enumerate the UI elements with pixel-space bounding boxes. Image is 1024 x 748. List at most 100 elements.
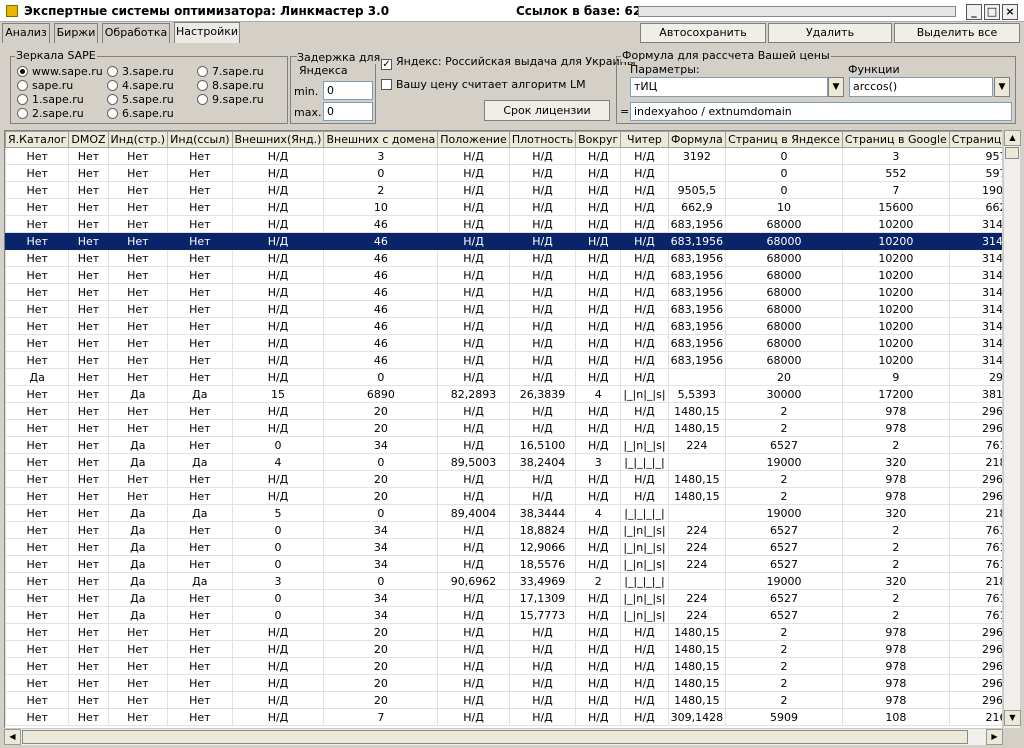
column-header[interactable]: Формула	[667, 131, 727, 148]
table-cell: 3	[575, 453, 622, 471]
table-cell: 0	[323, 453, 439, 471]
table-row[interactable]: Нет Нет Да Нет 0 34 Н/Д 16,5100 Н/Д |_|n|_|s| 224 6…	[5, 436, 1002, 454]
mirror-radio-6[interactable]: 6.sape.ru	[107, 107, 174, 121]
formula-input[interactable]: indexyahoo / extnumdomain	[630, 102, 1012, 121]
table-row[interactable]: Нет Нет Нет Нет Н/Д 20 Н/Д Н/Д Н/Д Н/Д 1480,15 2 978…	[5, 657, 1002, 675]
mirror-radio-www[interactable]: www.sape.ru	[17, 65, 103, 79]
autosave-button[interactable]: Автосохранить	[640, 23, 766, 43]
select-all-button[interactable]: Выделить все	[894, 23, 1020, 43]
table-row[interactable]: Нет Нет Нет Нет Н/Д 46 Н/Д Н/Д Н/Д Н/Д 683,1956 680…	[5, 317, 1002, 335]
column-header[interactable]: Положение	[437, 131, 510, 148]
table-row[interactable]: Нет Нет Нет Нет Н/Д 20 Н/Д Н/Д Н/Д Н/Д 1480,15 2 978…	[5, 640, 1002, 658]
arrow-up-icon[interactable]: ▲	[1004, 130, 1021, 146]
mirror-radio-7[interactable]: 7.sape.ru	[197, 65, 264, 79]
mirror-radio-9[interactable]: 9.sape.ru	[197, 93, 264, 107]
table-row[interactable]: Нет Нет Да Нет 0 34 Н/Д 18,8824 Н/Д |_|n|_|s| 224 6…	[5, 521, 1002, 539]
lm-algo-checkbox[interactable]: Вашу цену считает алгоритм LM	[381, 78, 586, 92]
delay-max-input[interactable]: 0	[323, 102, 373, 121]
table-cell: 20	[323, 674, 439, 692]
table-row[interactable]: Нет Нет Да Нет 0 34 Н/Д 17,1309 Н/Д |_|n|_|s| 224 6…	[5, 589, 1002, 607]
column-header[interactable]: Читер	[620, 131, 669, 148]
table-row[interactable]: Нет Нет Да Да 3 0 90,6962 33,4969 2 |_|_|_|_| 1900…	[5, 572, 1002, 590]
minimize-button[interactable]: _	[966, 4, 982, 20]
column-header[interactable]: Инд(стр.)	[107, 131, 169, 148]
table-cell: Нет	[68, 334, 109, 352]
arrow-down-icon[interactable]: ▼	[1004, 710, 1021, 726]
table-row[interactable]: Нет Нет Да Нет 0 34 Н/Д 15,7773 Н/Д |_|n|_|s| 224 6…	[5, 606, 1002, 624]
tab-analysis[interactable]: Анализ	[2, 23, 50, 43]
scroll-thumb[interactable]	[22, 730, 968, 744]
yandex-ua-checkbox[interactable]: ✓ Яндекс: Российская выдача для Украины	[381, 55, 636, 70]
table-row[interactable]: Нет Нет Нет Нет Н/Д 46 Н/Д Н/Д Н/Д Н/Д 683,1956 680…	[5, 334, 1002, 352]
mirror-radio-1[interactable]: 1.sape.ru	[17, 93, 84, 107]
column-header[interactable]: Плотность	[508, 131, 577, 148]
table-row[interactable]: Нет Нет Нет Нет Н/Д 20 Н/Д Н/Д Н/Д Н/Д 1480,15 2 978…	[5, 487, 1002, 505]
table-row[interactable]: НетНетНетНетН/Д2Н/ДН/ДН/ДН/Д9505,5071901…	[5, 181, 1002, 199]
table-row[interactable]: Нет Нет Да Да 5 0 89,4004 38,3444 4 |_|_|_|_| 1900…	[5, 504, 1002, 522]
functions-dropdown[interactable]: arccos()	[849, 77, 993, 97]
params-dropdown[interactable]: тИЦ	[630, 77, 828, 97]
table-row[interactable]: Нет Нет Нет Нет Н/Д 46 Н/Д Н/Д Н/Д Н/Д 683,1956 680…	[5, 249, 1002, 267]
table-cell: Нет	[167, 249, 233, 267]
table-row[interactable]: Нет Нет Нет Нет Н/Д 46 Н/Д Н/Д Н/Д Н/Д 683,1956 680…	[5, 232, 1002, 250]
table-row[interactable]: Нет Нет Нет Нет Н/Д 20 Н/Д Н/Д Н/Д Н/Д 1480,15 2 978…	[5, 623, 1002, 641]
tab-exchanges[interactable]: Биржи	[54, 23, 98, 43]
table-row[interactable]: Нет Нет Нет Нет Н/Д 20 Н/Д Н/Д Н/Д Н/Д 1480,15 2 978…	[5, 402, 1002, 420]
table-row[interactable]: Нет Нет Нет Нет Н/Д 10 Н/Д Н/Д Н/Д Н/Д 662,9 10 1560…	[5, 198, 1002, 216]
close-button[interactable]: ×	[1002, 4, 1018, 20]
column-header[interactable]: Инд(ссыл)	[167, 131, 233, 148]
chevron-down-icon[interactable]: ▼	[994, 77, 1010, 97]
table-row[interactable]: Нет Нет Нет Нет Н/Д 20 Н/Д Н/Д Н/Д Н/Д 1480,15 2 978…	[5, 470, 1002, 488]
table-row[interactable]: Нет Нет Нет Нет Н/Д 7 Н/Д Н/Д Н/Д Н/Д 309,1428 5909…	[5, 708, 1002, 726]
table-row[interactable]: Нет Нет Да Нет 0 34 Н/Д 12,9066 Н/Д |_|n|_|s| 224 6…	[5, 538, 1002, 556]
column-header[interactable]: Внешних с домена	[323, 131, 439, 148]
table-cell: Нет	[107, 623, 169, 641]
column-header[interactable]: Вокруг	[575, 131, 622, 148]
arrow-right-icon[interactable]: ▶	[986, 729, 1003, 745]
table-row[interactable]: Нет Нет Нет Нет Н/Д 46 Н/Д Н/Д Н/Д Н/Д 683,1956 680…	[5, 351, 1002, 369]
horizontal-scrollbar[interactable]: ◀ ▶	[4, 728, 1003, 745]
table-cell: Н/Д	[437, 470, 510, 488]
table-cell: Нет	[68, 453, 109, 471]
yandex-delay-group: Задержка для Яндекса min. 0 max. 0	[290, 51, 381, 124]
scroll-thumb[interactable]	[1005, 147, 1019, 159]
table-row[interactable]: Нет Нет Нет Нет Н/Д 20 Н/Д Н/Д Н/Д Н/Д 1480,15 2 978…	[5, 691, 1002, 709]
table-cell: Н/Д	[620, 691, 669, 709]
table-row[interactable]: Нет Нет Да Нет 0 34 Н/Д 18,5576 Н/Д |_|n|_|s| 224 6…	[5, 555, 1002, 573]
tab-settings[interactable]: Настройки	[174, 22, 240, 43]
table-row[interactable]: Нет Нет Нет Нет Н/Д 20 Н/Д Н/Д Н/Д Н/Д 1480,15 2 978…	[5, 419, 1002, 437]
table-row[interactable]: Нет Нет Нет Нет Н/Д 46 Н/Д Н/Д Н/Д Н/Д 683,1956 680…	[5, 266, 1002, 284]
table-row[interactable]: НетНетНетНетН/Д3Н/ДН/ДН/ДН/Д3192039576	[5, 147, 1002, 165]
maximize-button[interactable]: □	[984, 4, 1000, 20]
column-header[interactable]: DMOZ	[68, 131, 109, 148]
mirror-radio-2[interactable]: 2.sape.ru	[17, 107, 84, 121]
table-row[interactable]: Нет Нет Да Да 4 0 89,5003 38,2404 3 |_|_|_|_| 1900…	[5, 453, 1002, 471]
license-term-button[interactable]: Срок лицензии	[484, 100, 610, 121]
mirror-radio-4[interactable]: 4.sape.ru	[107, 79, 174, 93]
chevron-down-icon[interactable]: ▼	[828, 77, 844, 97]
tab-processing[interactable]: Обработка	[102, 23, 170, 43]
table-row[interactable]: Нет Нет Нет Нет Н/Д 46 Н/Д Н/Д Н/Д Н/Д 683,1956 680…	[5, 283, 1002, 301]
column-header[interactable]: Страниц в Google	[841, 131, 950, 148]
table-row[interactable]: Нет Нет Да Да 15 6890 82,2893 26,3839 4 |_|n|_|s|…	[5, 385, 1002, 403]
delete-button[interactable]: Удалить	[768, 23, 892, 43]
arrow-left-icon[interactable]: ◀	[4, 729, 21, 745]
mirror-radio-3[interactable]: 3.sape.ru	[107, 65, 174, 79]
table-row[interactable]: ДаНетНетНетН/Д0Н/ДН/ДН/ДН/Д209291	[5, 368, 1002, 386]
vertical-scrollbar[interactable]: ▲ ▼	[1003, 130, 1021, 728]
mirror-radio-sape[interactable]: sape.ru	[17, 79, 73, 93]
delay-min-input[interactable]: 0	[323, 81, 373, 100]
table-row[interactable]: Нет Нет Нет Нет Н/Д 46 Н/Д Н/Д Н/Д Н/Д 683,1956 680…	[5, 300, 1002, 318]
table-cell: 978	[841, 402, 950, 420]
column-header[interactable]: Страниц в Yahoo	[948, 131, 1002, 148]
column-header[interactable]: Страниц в Яндексе	[725, 131, 843, 148]
table-cell: 15600	[841, 198, 950, 216]
column-header[interactable]: Внешних(Янд.)	[231, 131, 325, 148]
table-row[interactable]: Нет Нет Нет Нет Н/Д 20 Н/Д Н/Д Н/Д Н/Д 1480,15 2 978…	[5, 674, 1002, 692]
table-row[interactable]: НетНетНетНетН/Д0Н/ДН/ДН/ДН/Д05525977	[5, 164, 1002, 182]
table-cell: Нет	[5, 487, 70, 505]
mirror-radio-5[interactable]: 5.sape.ru	[107, 93, 174, 107]
table-row[interactable]: Нет Нет Нет Нет Н/Д 46 Н/Д Н/Д Н/Д Н/Д 683,1956 680…	[5, 215, 1002, 233]
column-header[interactable]: Я.Каталог	[5, 131, 70, 148]
mirror-radio-8[interactable]: 8.sape.ru	[197, 79, 264, 93]
